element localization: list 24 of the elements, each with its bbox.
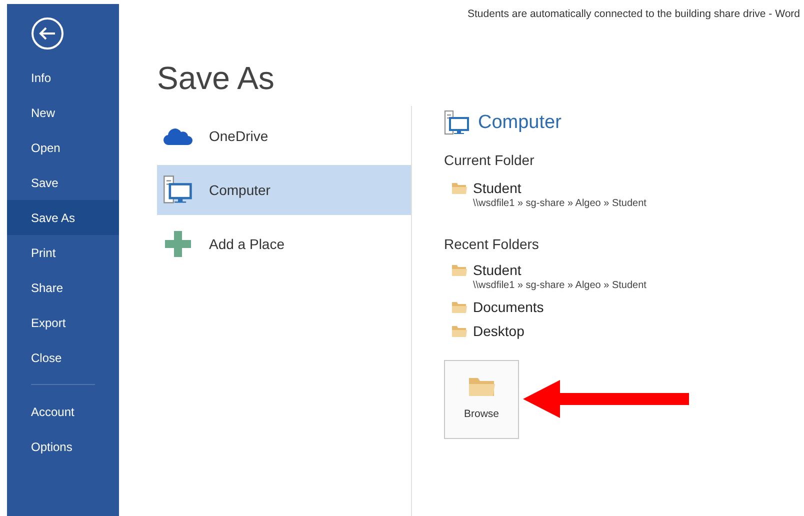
folder-name[interactable]: Student <box>473 260 646 278</box>
place-item[interactable]: Computer <box>157 165 411 215</box>
browse-button[interactable]: Browse <box>444 360 519 438</box>
plus-icon <box>165 231 191 257</box>
folder-name[interactable]: Student <box>473 178 646 196</box>
folder-icon <box>452 300 467 312</box>
folder-path: \\wsdfile1 » sg-share » Algeo » Student <box>473 196 646 210</box>
window-title: Students are automatically connected to the building share drive - Word <box>468 7 800 22</box>
folder-icon <box>452 264 467 276</box>
folder-path: \\wsdfile1 » sg-share » Algeo » Student <box>473 278 646 292</box>
folder-icon <box>468 375 496 398</box>
folder-name[interactable]: Documents <box>473 298 544 316</box>
folder-icon <box>452 182 467 194</box>
folder-name[interactable]: Desktop <box>473 322 524 340</box>
cloud-icon <box>163 126 193 146</box>
page-title: Save As <box>157 59 276 98</box>
computer-icon <box>163 175 193 205</box>
section-heading: Current Folder <box>444 150 536 170</box>
computer-icon <box>444 110 470 136</box>
panel-heading: Computer <box>478 111 562 135</box>
back-icon[interactable] <box>31 17 64 50</box>
nav-item[interactable]: Save As <box>7 200 119 235</box>
section-heading: Recent Folders <box>444 234 540 254</box>
folder-icon <box>452 324 467 336</box>
